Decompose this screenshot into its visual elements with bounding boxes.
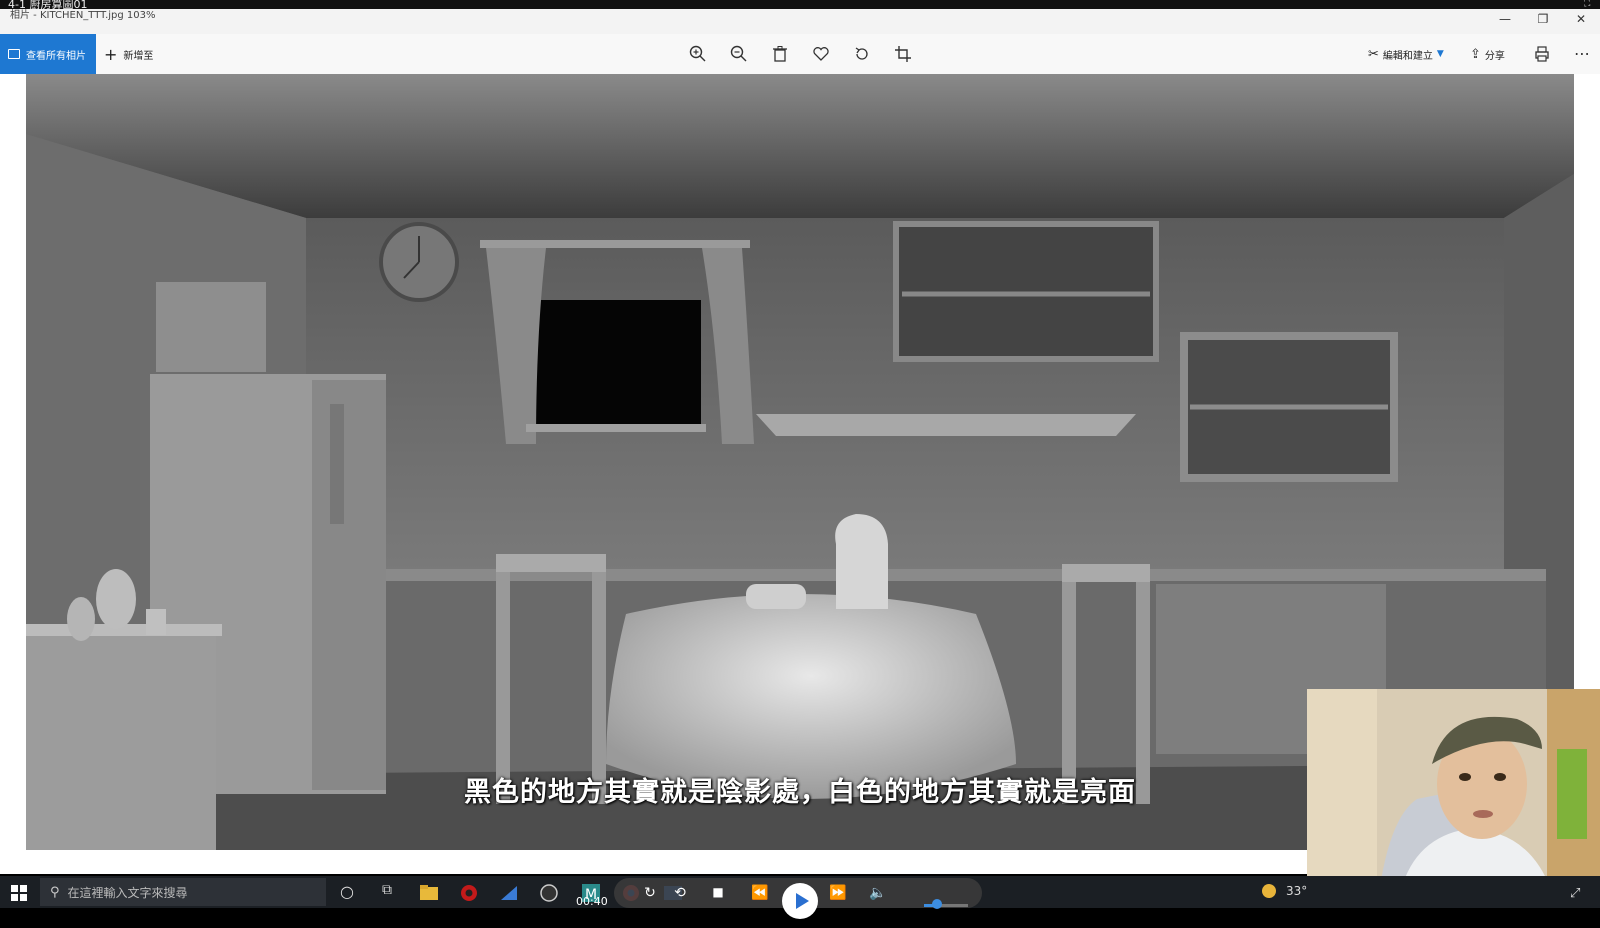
expand-icon[interactable]: ⤢ [1570,886,1580,901]
loop-icon[interactable]: ↻ [638,885,662,901]
playback-time: 00:40 [576,895,608,908]
chevron-down-icon: ▼ [1436,49,1444,59]
share-button[interactable]: ⇪ 分享 [1470,34,1505,74]
print-icon[interactable] [1532,44,1552,64]
taskbar-search-placeholder: 在這裡輸入文字來搜尋 [67,885,188,900]
minimize-button[interactable]: — [1490,9,1520,29]
zoom-in-icon[interactable] [688,44,708,64]
fast-forward-icon[interactable]: ⏩ [826,885,850,901]
photos-icon [8,49,20,59]
record-app-icon[interactable] [458,882,480,904]
fullscreen-icon[interactable]: ⛶ [1584,0,1596,9]
window-title: 相片 - KITCHEN_TTT.jpg 103% [10,10,156,21]
add-to-button[interactable]: + 新增至 [104,34,153,74]
replay-icon[interactable]: ⟲ [668,885,692,901]
plus-icon: + [104,44,118,64]
weather-icon[interactable] [1262,884,1276,898]
more-icon[interactable]: ⋯ [1572,44,1592,64]
share-label: 分享 [1484,50,1505,62]
zoom-out-icon[interactable] [729,44,749,64]
toolbar [0,34,1600,74]
view-all-photos-label: 查看所有相片 [26,50,86,62]
play-button[interactable] [782,883,818,919]
favorite-icon[interactable] [811,44,831,64]
edit-icon: ✂ [1368,46,1379,62]
window-titlebar [0,9,1600,34]
rewind-icon[interactable]: ⏪ [748,885,772,901]
stop-icon[interactable]: ■ [706,885,730,899]
edit-create-button[interactable]: ✂ 編輯和建立 ▼ [1368,34,1444,74]
share-icon: ⇪ [1470,46,1481,62]
video-title-bar [0,0,1600,9]
task-view-icon[interactable]: ⧉ [376,882,398,904]
windows-start-icon[interactable] [8,882,30,904]
edit-create-label: 編輯和建立 [1382,50,1433,62]
add-to-label: 新增至 [123,50,154,62]
obs-icon[interactable] [538,882,560,904]
app-icon-blue[interactable] [498,882,520,904]
delete-icon[interactable] [770,44,790,64]
restore-button[interactable]: ❐ [1528,9,1558,29]
search-icon: ⚲ [50,884,60,900]
view-all-photos-button[interactable]: 查看所有相片 [0,34,96,74]
file-explorer-icon[interactable] [418,882,440,904]
cortana-icon[interactable]: ○ [336,882,358,904]
close-button[interactable]: ✕ [1566,9,1596,29]
volume-icon[interactable]: 🔈 [866,885,890,901]
taskbar-search-input[interactable]: ⚲ 在這裡輸入文字來搜尋 [40,878,326,906]
rotate-icon[interactable] [852,44,872,64]
temperature-label: 33° [1286,884,1308,898]
crop-icon[interactable] [893,44,913,64]
